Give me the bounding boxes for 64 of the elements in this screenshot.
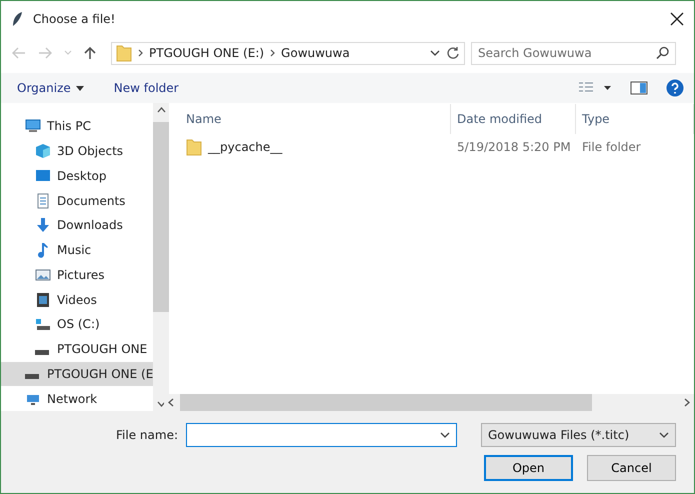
navigation-item[interactable]: Music [1, 238, 154, 262]
column-header[interactable]: Date modified [451, 104, 576, 134]
chevron-down-icon [430, 48, 440, 58]
breadcrumb-item[interactable]: Gowuwuwa [281, 46, 350, 60]
drive-icon [35, 316, 51, 332]
up-arrow-icon[interactable] [84, 46, 96, 60]
down-arrow-icon [35, 217, 51, 234]
window-title: Choose a file! [33, 12, 116, 26]
navigation-item[interactable]: PTGOUGH ONE [1, 336, 154, 362]
file-name-field[interactable] [186, 423, 457, 447]
search-field[interactable]: Search Gowuwuwa [471, 42, 676, 64]
column-header[interactable]: Name [164, 104, 451, 134]
chevron-down-icon [440, 430, 450, 440]
picture-icon [35, 266, 51, 283]
navigation-item[interactable]: 3D Objects [1, 138, 154, 164]
scroll-down-icon[interactable] [156, 401, 166, 407]
navigation-item[interactable]: Network [1, 386, 154, 411]
navigation-item[interactable]: This PC [1, 114, 154, 139]
computer-icon [25, 118, 41, 134]
folder-icon [186, 138, 202, 156]
scrollbar-thumb[interactable] [180, 394, 592, 411]
type-cell-text: File folder [581, 140, 642, 154]
music-note-icon [35, 242, 51, 258]
scrollbar-thumb[interactable] [153, 122, 170, 312]
caret-icon [76, 86, 84, 90]
horizontal-scrollbar[interactable] [164, 394, 694, 411]
chevron-right-icon [138, 49, 143, 57]
open-button[interactable]: Open [484, 455, 573, 481]
search-icon [656, 46, 669, 60]
file-name-label: File name: [116, 428, 178, 442]
organize-button[interactable]: Organize [11, 79, 90, 97]
navigation-item[interactable]: Documents [1, 188, 154, 213]
cancel-button[interactable]: Cancel [587, 455, 676, 481]
preview-pane-icon[interactable] [630, 81, 648, 95]
file-type-dropdown[interactable]: Gowuwuwa Files (*.titc) [481, 423, 676, 447]
scroll-up-icon[interactable] [156, 107, 166, 113]
breadcrumb-item[interactable]: PTGOUGH ONE (E:) [149, 46, 264, 60]
chevron-right-icon [270, 49, 276, 57]
navigation-item[interactable]: Pictures [1, 262, 154, 288]
monitor-icon [35, 168, 51, 184]
column-header[interactable]: Type [576, 104, 694, 134]
navigation-item[interactable]: Videos [1, 287, 154, 312]
vertical-scrollbar[interactable] [153, 103, 170, 411]
refresh-icon[interactable] [446, 46, 460, 60]
address-bar[interactable]: PTGOUGH ONE (E:) Gowuwuwa [111, 42, 465, 64]
folder-icon [116, 44, 132, 62]
cube-icon [35, 143, 51, 160]
document-icon [35, 192, 51, 209]
drive-icon [25, 374, 39, 380]
close-icon[interactable] [670, 12, 684, 26]
navigation-item[interactable]: PTGOUGH ONE (E [1, 362, 154, 386]
drive-icon [35, 350, 49, 355]
navigation-item[interactable]: OS (C:) [1, 312, 154, 337]
feather-icon [11, 10, 23, 26]
scroll-left-icon[interactable] [168, 398, 174, 407]
scroll-right-icon[interactable] [684, 398, 690, 407]
date-cell-text: 5/19/2018 5:20 PM [456, 140, 572, 154]
navigation-item[interactable]: Downloads [1, 213, 154, 238]
navigation-item[interactable]: Desktop [1, 164, 154, 188]
help-icon[interactable] [666, 79, 684, 97]
file-name-cell[interactable]: __pycache__ [164, 138, 451, 156]
chevron-down-icon [659, 430, 669, 440]
new-folder-button[interactable]: New folder [108, 79, 185, 97]
film-icon [35, 292, 51, 308]
